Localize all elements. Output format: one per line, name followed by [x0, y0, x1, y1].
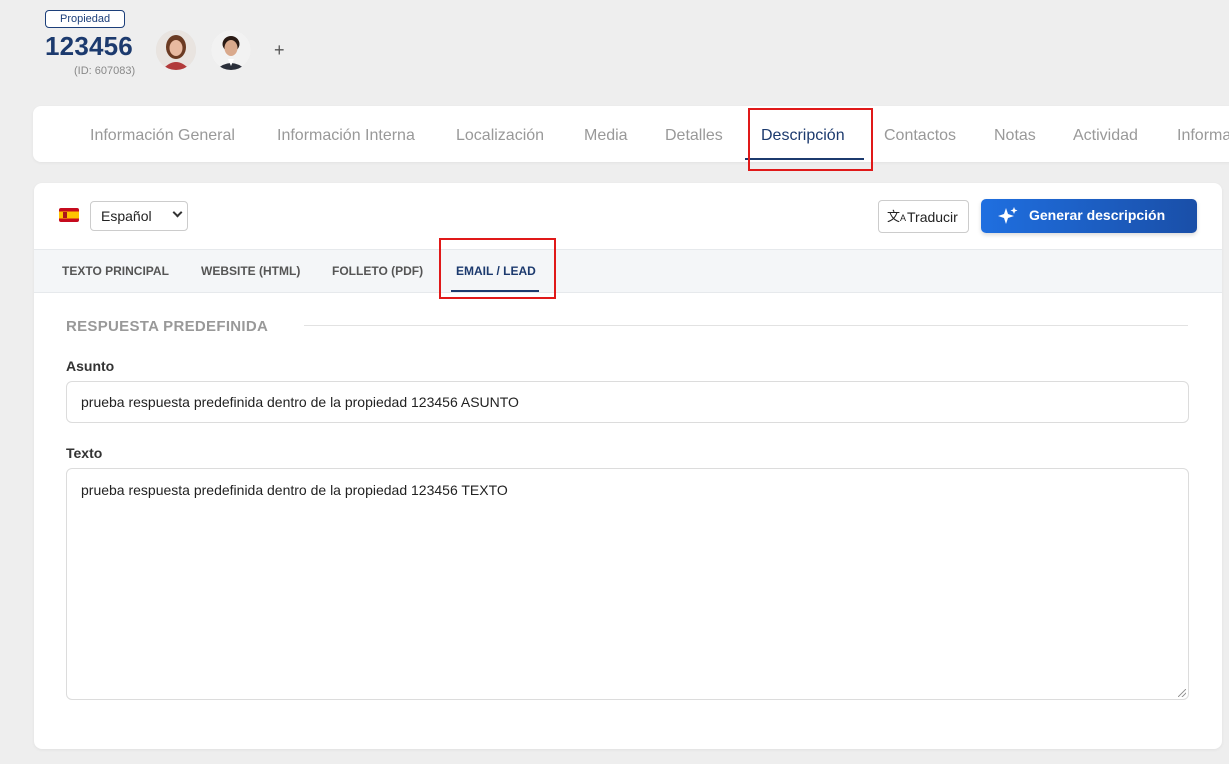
generate-description-button[interactable]: Generar descripción — [981, 199, 1197, 233]
tab-detalles[interactable]: Detalles — [665, 106, 723, 162]
subtab-website-html[interactable]: WEBSITE (HTML) — [201, 264, 300, 278]
agent-avatar-female[interactable] — [156, 30, 196, 70]
active-subtab-underline — [451, 290, 539, 292]
tab-contactos[interactable]: Contactos — [884, 106, 956, 162]
tab-media[interactable]: Media — [584, 106, 628, 162]
sparkle-icon — [998, 207, 1018, 224]
section-title: RESPUESTA PREDEFINIDA — [66, 318, 269, 335]
resize-handle[interactable] — [1178, 689, 1186, 697]
subject-label: Asunto — [66, 358, 115, 374]
text-textarea[interactable]: prueba respuesta predefinida dentro de l… — [66, 468, 1189, 700]
translate-icon: 文A — [887, 209, 907, 224]
main-tab-bar: Información General Información Interna … — [33, 106, 1229, 162]
tab-informacion-general[interactable]: Información General — [90, 106, 235, 162]
text-textarea-value: prueba respuesta predefinida dentro de l… — [81, 482, 508, 498]
text-label: Texto — [66, 445, 103, 461]
tab-informacion-interna[interactable]: Información Interna — [277, 106, 415, 162]
agent-avatar-male[interactable] — [211, 30, 251, 70]
subtab-email-lead[interactable]: EMAIL / LEAD — [456, 264, 536, 278]
tab-notas[interactable]: Notas — [994, 106, 1036, 162]
tab-informa[interactable]: Informa — [1177, 106, 1229, 162]
language-select[interactable]: Español — [90, 201, 188, 231]
tab-localizacion[interactable]: Localización — [456, 106, 544, 162]
add-agent-button[interactable]: + — [274, 40, 285, 61]
tab-actividad[interactable]: Actividad — [1073, 106, 1138, 162]
tab-descripcion[interactable]: Descripción — [761, 106, 845, 162]
language-select-value: Español — [101, 208, 152, 224]
spain-flag-icon — [59, 208, 79, 222]
generate-description-label: Generar descripción — [1029, 207, 1166, 223]
section-divider — [304, 325, 1188, 326]
subtab-texto-principal[interactable]: TEXTO PRINCIPAL — [62, 264, 169, 278]
translate-button[interactable]: 文A Traducir — [878, 200, 969, 233]
active-tab-underline — [745, 158, 864, 160]
property-type-badge: Propiedad — [45, 10, 126, 28]
subject-input[interactable]: prueba respuesta predefinida dentro de l… — [66, 381, 1189, 423]
property-id: (ID: 607083) — [74, 65, 136, 77]
property-reference: 123456 — [45, 31, 133, 61]
chevron-down-icon — [172, 207, 183, 218]
translate-button-label: Traducir — [907, 209, 958, 225]
subtab-folleto-pdf[interactable]: FOLLETO (PDF) — [332, 264, 423, 278]
